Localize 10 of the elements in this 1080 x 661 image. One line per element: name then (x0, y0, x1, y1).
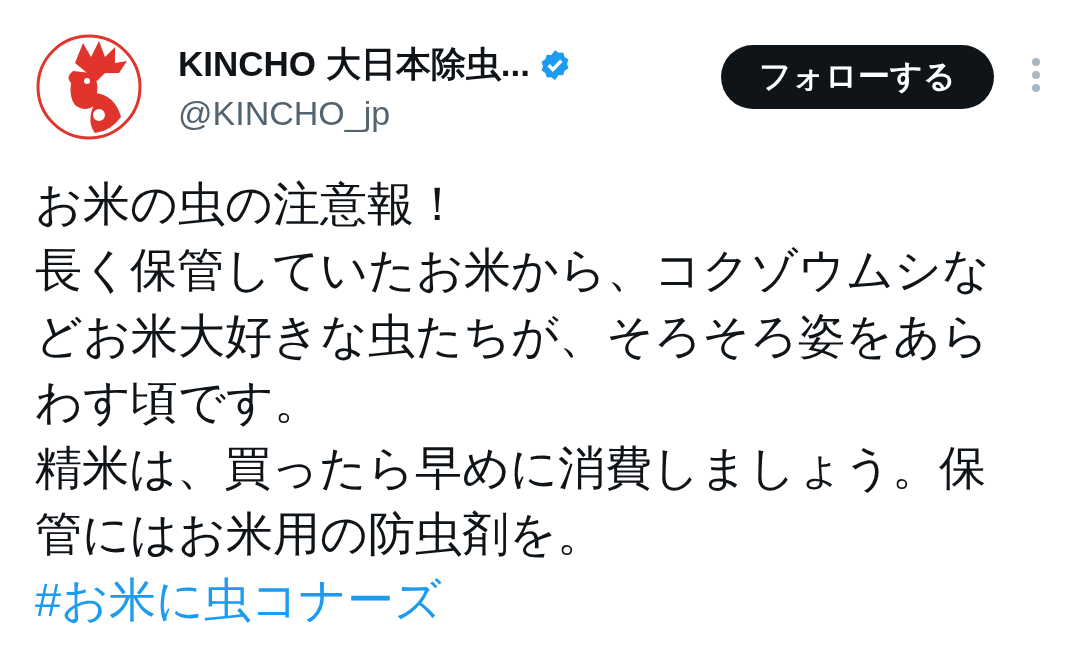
tweet-text-line: 精米は、買ったら早めに消費しましょう。保 (35, 440, 987, 496)
account-handle[interactable]: @KINCHO_jp (178, 94, 721, 133)
rooster-logo[interactable] (35, 33, 143, 141)
tweet-text-line: 長く保管していたお米から、コクゾウムシな (35, 242, 991, 298)
tweet-text-line: どお米大好きな虫たちが、そろそろ姿をあら (35, 308, 990, 364)
follow-button[interactable]: フォローする (721, 45, 994, 109)
tweet-text-line: お米の虫の注意報！ (35, 176, 462, 232)
tweet-text-line: わす頃です。 (35, 374, 322, 430)
account-name[interactable]: KINCHO 大日本除虫... (178, 41, 530, 88)
tweet-text-line: 管にはお米用の防虫剤を。 (35, 506, 605, 562)
